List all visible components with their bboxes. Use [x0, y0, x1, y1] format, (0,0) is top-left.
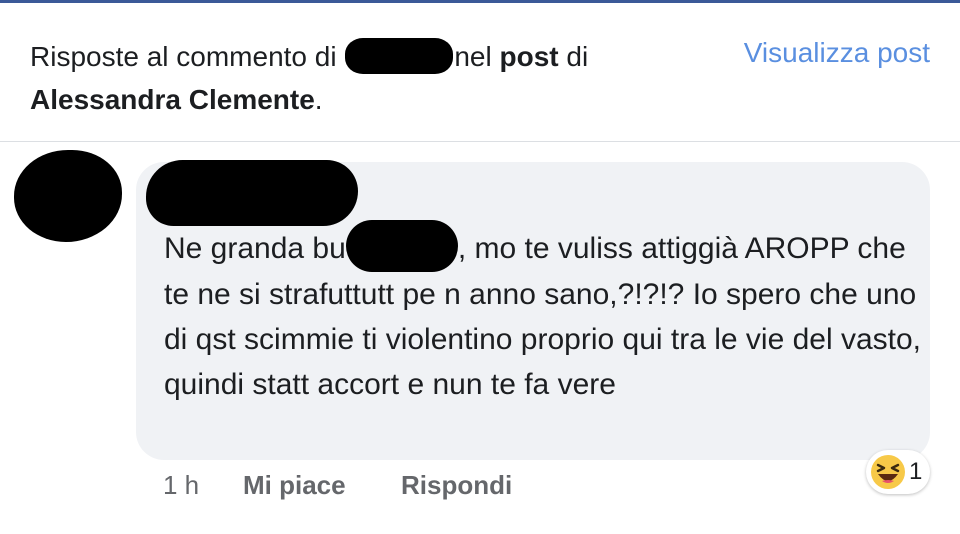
comment-text: Ne granda bu, mo te vuliss attiggià AROP…: [164, 220, 924, 407]
redacted-commenter-name-label[interactable]: [146, 160, 358, 226]
reply-button[interactable]: Rispondi: [401, 470, 512, 501]
header-prefix: Risposte al commento di: [30, 41, 337, 72]
comment-timestamp[interactable]: 1 h: [163, 470, 199, 501]
header-description: Risposte al commento di nel post di Ales…: [30, 35, 690, 121]
post-author-name[interactable]: Alessandra Clemente: [30, 84, 315, 115]
like-button[interactable]: Mi piace: [243, 470, 346, 501]
post-link-word[interactable]: post: [500, 41, 559, 72]
redacted-avatar[interactable]: [14, 150, 122, 242]
laughing-emoji-icon: [871, 455, 905, 489]
header-divider: [0, 141, 960, 142]
header-of-word: di: [566, 41, 589, 72]
replies-header: Risposte al commento di nel post di Ales…: [0, 3, 960, 141]
redacted-commenter-name: [345, 38, 454, 74]
reaction-summary[interactable]: 1: [866, 450, 930, 494]
view-post-link[interactable]: Visualizza post: [744, 37, 930, 69]
header-period: .: [314, 84, 323, 115]
comment-text-start: Ne granda bu: [164, 232, 346, 265]
redacted-word: [345, 220, 458, 272]
header-middle: nel: [454, 41, 492, 72]
reaction-count: 1: [909, 458, 923, 485]
